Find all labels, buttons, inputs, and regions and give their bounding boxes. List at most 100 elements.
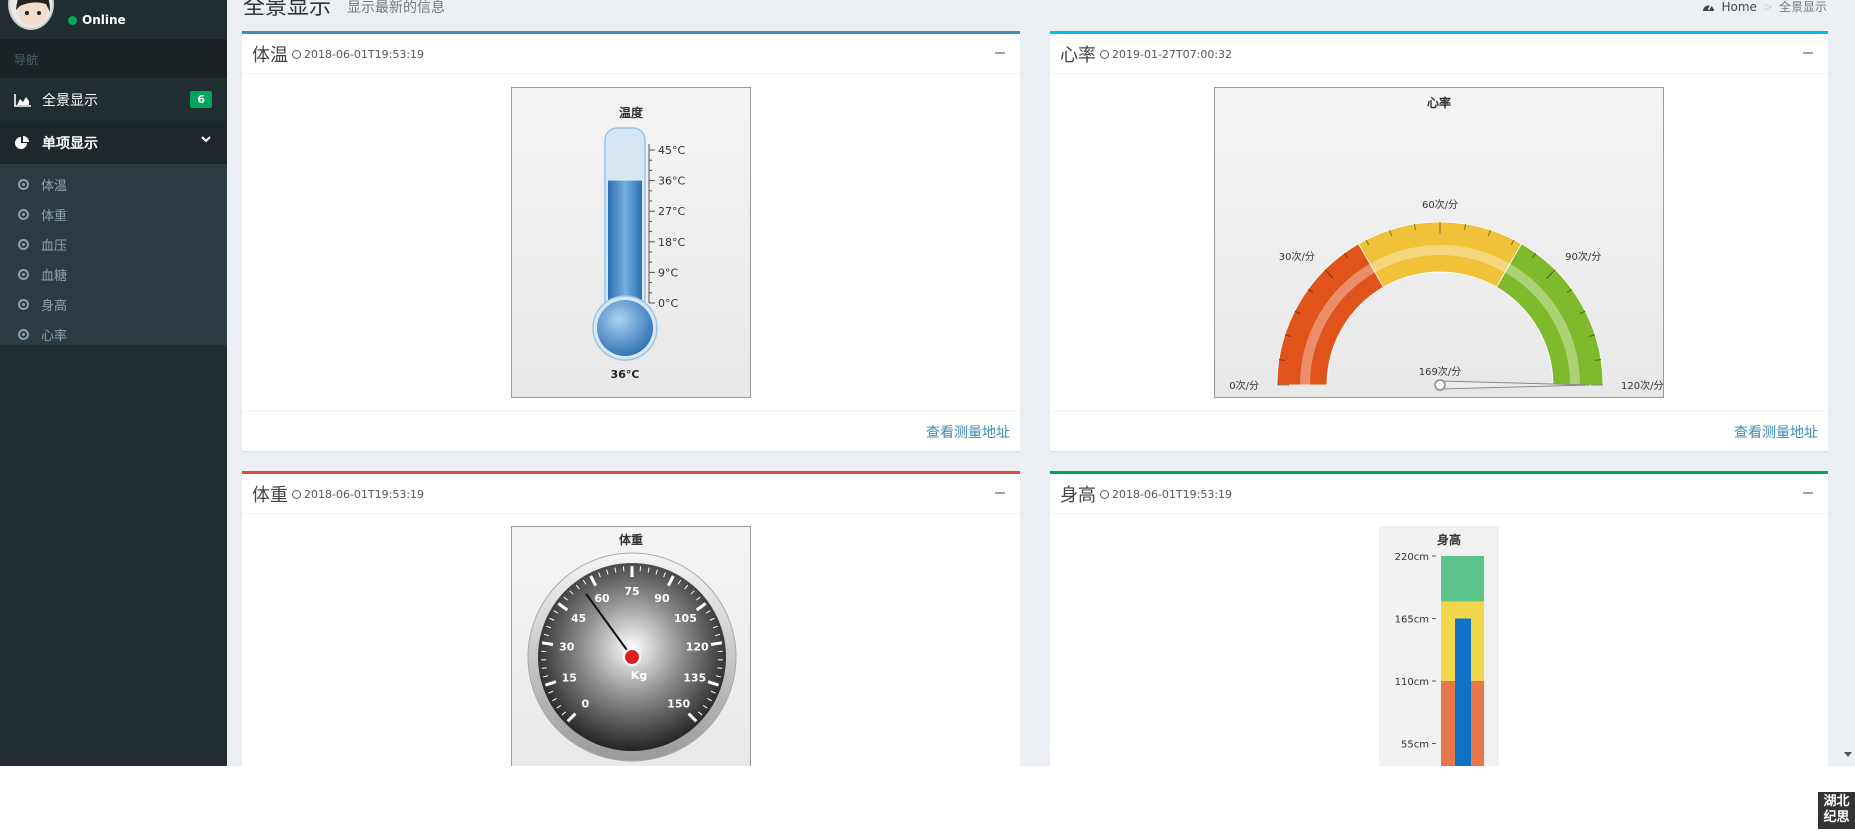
submenu: 体温 体重 血压 血糖 身高 心率 — [0, 164, 227, 345]
box-header: 心率 2019-01-27T07:00:32 — [1050, 34, 1828, 74]
submenu-item-label: 体重 — [41, 208, 68, 224]
gauge-tick-label: 120次/分 — [1621, 379, 1663, 392]
breadcrumb: Home > 全景显示 — [1702, 0, 1827, 15]
submenu-item-label: 血压 — [41, 238, 68, 254]
circle-dot-icon — [18, 328, 29, 340]
sidebar-item-label: 单项显示 — [42, 135, 98, 152]
user-panel: Online — [0, 0, 227, 39]
dial-svg: 0153045607590105120135150Kg55 — [527, 552, 737, 762]
bullet-tick-label: 110cm — [1395, 677, 1429, 688]
collapse-button[interactable] — [1803, 492, 1813, 494]
submenu-item-label: 体温 — [41, 178, 68, 194]
circle-dot-icon — [18, 298, 29, 310]
sidebar-item-overview[interactable]: 全景显示 6 — [0, 78, 227, 121]
breadcrumb-home-link[interactable]: Home — [1721, 0, 1756, 14]
bullet-svg: 220cm 165cm 110cm 55cm — [1395, 552, 1484, 766]
dial-tick-label: 60 — [594, 592, 610, 605]
bullet-band — [1441, 556, 1484, 602]
scrollbar[interactable] — [1841, 0, 1855, 766]
timestamp-text: 2019-01-27T07:00:32 — [1112, 48, 1233, 61]
box-timestamp: 2018-06-01T19:53:19 — [292, 48, 424, 61]
submenu-item-label: 心率 — [41, 328, 68, 344]
scroll-down-icon[interactable] — [1844, 752, 1852, 757]
count-badge: 6 — [190, 91, 212, 108]
online-status: Online — [68, 13, 126, 27]
dial-tick-label: 150 — [667, 698, 690, 711]
gauge-value-label: 169次/分 — [1419, 365, 1461, 378]
timestamp-text: 2018-06-01T19:53:19 — [1112, 488, 1233, 501]
box-header: 身高 2018-06-01T19:53:19 — [1050, 474, 1828, 514]
circle-dot-icon — [18, 178, 29, 190]
submenu-item-weight[interactable]: 体重 — [0, 199, 227, 229]
tick-label: 36°C — [658, 175, 685, 188]
box-footer: 查看测量地址 — [1050, 411, 1828, 451]
timestamp-text: 2018-06-01T19:53:19 — [304, 488, 425, 501]
box-timestamp: 2018-06-01T19:53:19 — [1100, 488, 1232, 501]
tick-label: 9°C — [658, 266, 678, 279]
box-title: 体温 — [252, 45, 288, 66]
gauge-tick-label: 90次/分 — [1565, 250, 1601, 263]
value-label: 36°C — [611, 368, 640, 381]
box-timestamp: 2018-06-01T19:53:19 — [292, 488, 424, 501]
view-location-link[interactable]: 查看测量地址 — [1734, 422, 1818, 442]
sidebar-item-label: 全景显示 — [42, 92, 98, 109]
breadcrumb-current: 全景显示 — [1778, 0, 1827, 14]
circle-dot-icon — [18, 208, 29, 220]
sidebar-item-single[interactable]: 单项显示 — [0, 121, 227, 164]
dial-unit-label: Kg — [631, 669, 647, 682]
dial-tick — [541, 667, 547, 669]
submenu-item-label: 血糖 — [41, 268, 68, 284]
submenu-item-blood-pressure[interactable]: 血压 — [0, 229, 227, 259]
dashboard-icon — [1703, 4, 1715, 11]
collapse-button[interactable] — [1803, 52, 1813, 54]
dial-tick — [717, 667, 723, 669]
clock-icon — [292, 50, 301, 59]
tick-label: 27°C — [658, 205, 685, 218]
gauge-tick-label: 30次/分 — [1279, 250, 1315, 263]
heart-rate-box: 心率 2019-01-27T07:00:32 心率 0次/分 30次/分 60次/分… — [1050, 31, 1828, 451]
dial-tick-label: 75 — [624, 585, 639, 598]
clock-icon — [292, 490, 301, 499]
submenu-item-heart-rate[interactable]: 心率 — [0, 319, 227, 349]
collapse-button[interactable] — [995, 52, 1005, 54]
sidebar: Online 导航 全景显示 6 单项显示 体温 体重 血压 血糖 身高 心率 — [0, 0, 227, 766]
collapse-button[interactable] — [995, 492, 1005, 494]
temperature-box: 体温 2018-06-01T19:53:19 温度 45°C 36°C 27°C 18… — [242, 31, 1020, 451]
submenu-item-label: 身高 — [41, 298, 68, 314]
heart-rate-gauge-chart: 心率 0次/分 30次/分 60次/分 90次/分 120次/分 169次/分 — [1214, 87, 1664, 398]
submenu-item-temp[interactable]: 体温 — [0, 169, 227, 199]
submenu-item-height[interactable]: 身高 — [0, 289, 227, 319]
submenu-item-blood-sugar[interactable]: 血糖 — [0, 259, 227, 289]
timestamp-text: 2018-06-01T19:53:19 — [304, 48, 425, 61]
dial-tick — [541, 641, 554, 646]
dial-tick-label: 105 — [674, 612, 697, 625]
box-title: 体重 — [252, 485, 288, 506]
dial-tick-label: 90 — [654, 592, 670, 605]
box-footer: 查看测量地址 — [242, 411, 1020, 451]
nav-header: 导航 — [0, 39, 227, 78]
chevron-down-icon — [201, 136, 211, 143]
circle-dot-icon — [18, 238, 29, 250]
bullet-value-bar — [1455, 618, 1471, 766]
gauge-svg: 0次/分 30次/分 60次/分 90次/分 120次/分 169次/分 — [1229, 198, 1663, 392]
dial-tick-label: 45 — [571, 612, 586, 625]
dial-tick-label: 120 — [686, 641, 709, 654]
box-header: 体温 2018-06-01T19:53:19 — [242, 34, 1020, 74]
area-chart-icon — [14, 93, 31, 107]
thermometer-svg: 45°C 36°C 27°C 18°C 9°C 0°C 36°C — [592, 127, 685, 381]
box-title: 身高 — [1060, 485, 1096, 506]
dial-pivot — [623, 648, 641, 666]
clock-icon — [1100, 50, 1109, 59]
box-header: 体重 2018-06-01T19:53:19 — [242, 474, 1020, 514]
thermometer-chart: 温度 45°C 36°C 27°C 18°C 9°C 0°C 36°C — [511, 87, 751, 398]
bullet-tick-label: 220cm — [1395, 552, 1429, 563]
thermometer-bulb — [597, 300, 653, 356]
avatar[interactable] — [8, 0, 54, 30]
page-subtitle: 显示最新的信息 — [347, 0, 445, 16]
gauge-pivot — [1434, 379, 1446, 391]
view-location-link[interactable]: 查看测量地址 — [926, 422, 1010, 442]
dial-tick-label: 0 — [582, 698, 590, 711]
weight-box: 体重 2018-06-01T19:53:19 体重 0 15 30 45 60 75 90 1… — [242, 471, 1020, 766]
tick-label: 45°C — [658, 144, 685, 157]
tick-label: 18°C — [658, 236, 685, 249]
